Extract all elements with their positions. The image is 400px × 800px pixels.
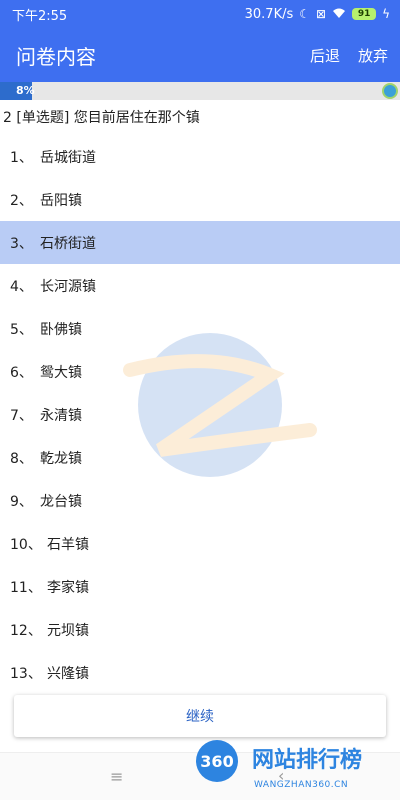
progress-label: 8% <box>16 84 35 97</box>
option-label: 岳城街道 <box>40 149 96 166</box>
option-item[interactable]: 6、 鸳大镇 <box>0 350 400 393</box>
progress-end-icon <box>382 83 398 99</box>
wifi-icon <box>332 8 346 21</box>
option-number: 6、 <box>10 364 33 381</box>
option-label: 兴隆镇 <box>47 665 89 682</box>
option-number: 7、 <box>10 407 33 424</box>
option-label: 鸳大镇 <box>40 364 82 381</box>
option-label: 石桥街道 <box>40 235 96 252</box>
option-item[interactable]: 12、 元坝镇 <box>0 608 400 651</box>
option-item[interactable]: 1、 岳城街道 <box>0 135 400 178</box>
option-number: 3、 <box>10 235 33 252</box>
option-label: 岳阳镇 <box>40 192 82 209</box>
option-item[interactable]: 2、 岳阳镇 <box>0 178 400 221</box>
option-item[interactable]: 5、 卧佛镇 <box>0 307 400 350</box>
badge-title: 网站排行榜 <box>252 748 363 773</box>
charging-icon: ϟ <box>382 7 390 21</box>
option-item[interactable]: 13、 兴隆镇 <box>0 651 400 694</box>
abandon-button[interactable]: 放弃 <box>358 45 388 66</box>
option-number: 12、 <box>10 622 42 639</box>
progress-bar: 8% <box>0 82 400 100</box>
page-title: 问卷内容 <box>16 44 96 69</box>
option-number: 5、 <box>10 321 33 338</box>
back-button[interactable]: 后退 <box>310 45 340 66</box>
option-label: 元坝镇 <box>47 622 89 639</box>
option-label: 龙台镇 <box>40 493 82 510</box>
option-item[interactable]: 7、 永清镇 <box>0 393 400 436</box>
net-speed: 30.7K/s <box>244 6 294 22</box>
option-label: 永清镇 <box>40 407 82 424</box>
option-label: 乾龙镇 <box>40 450 82 467</box>
option-number: 13、 <box>10 665 42 682</box>
option-item[interactable]: 9、 龙台镇 <box>0 479 400 522</box>
status-icons: 30.7K/s ☾ ⊠ 91 ϟ <box>245 7 390 22</box>
badge-360-icon: 360 <box>196 740 238 782</box>
menu-icon[interactable]: ≡ <box>110 767 123 786</box>
badge-subtitle: WANGZHAN360.CN <box>254 780 349 790</box>
option-item[interactable]: 10、 石羊镇 <box>0 522 400 565</box>
option-number: 4、 <box>10 278 33 295</box>
status-time: 下午2:55 <box>12 8 68 24</box>
app-bar: 问卷内容 后退 放弃 <box>0 28 400 82</box>
app-actions: 后退 放弃 <box>310 45 388 66</box>
option-list: 1、 岳城街道 2、 岳阳镇 3、 石桥街道 4、 长河源镇 5、 卧佛镇 6、 鸳大镇 7… <box>0 135 400 694</box>
option-number: 2、 <box>10 192 33 209</box>
continue-button[interactable]: 继续 <box>14 695 386 737</box>
option-item[interactable]: 8、 乾龙镇 <box>0 436 400 479</box>
option-number: 1、 <box>10 149 33 166</box>
option-label: 石羊镇 <box>47 536 89 553</box>
moon-icon: ☾ <box>299 7 311 21</box>
option-number: 11、 <box>10 579 42 596</box>
option-label: 长河源镇 <box>40 278 96 295</box>
status-bar: 下午2:55 30.7K/s ☾ ⊠ 91 ϟ <box>0 0 400 28</box>
option-label: 卧佛镇 <box>40 321 82 338</box>
option-number: 8、 <box>10 450 33 467</box>
sim-off-icon: ⊠ <box>316 7 327 21</box>
option-item-selected[interactable]: 3、 石桥街道 <box>0 221 400 264</box>
battery-icon: 91 <box>352 8 377 20</box>
site-watermark-badge: 360 网站排行榜 WANGZHAN360.CN <box>196 740 396 798</box>
question-title: 2 [单选题] 您目前居住在那个镇 <box>3 110 200 126</box>
option-item[interactable]: 4、 长河源镇 <box>0 264 400 307</box>
option-item[interactable]: 11、 李家镇 <box>0 565 400 608</box>
option-number: 10、 <box>10 536 42 553</box>
option-number: 9、 <box>10 493 33 510</box>
option-label: 李家镇 <box>47 579 89 596</box>
